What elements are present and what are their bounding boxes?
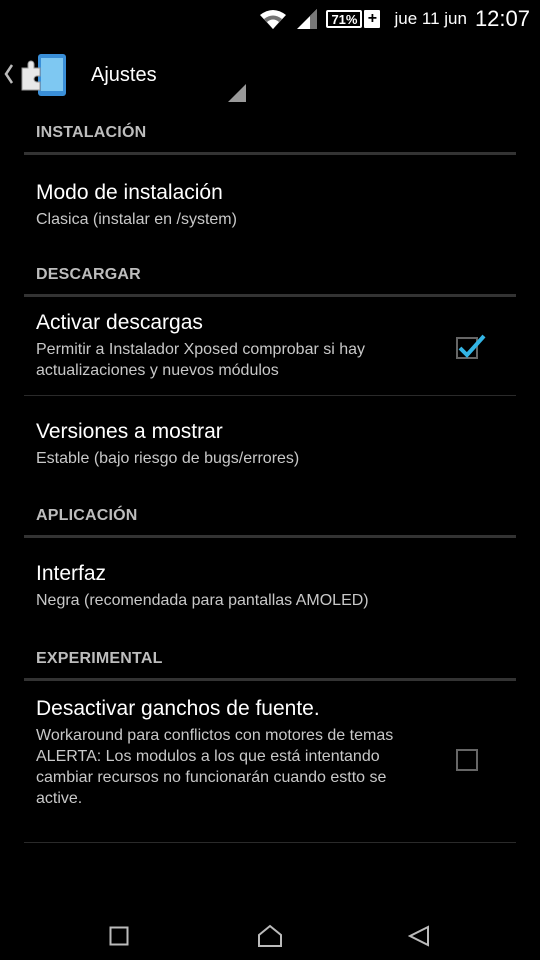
page-title: Ajustes — [91, 64, 157, 86]
pref-title: Versiones a mostrar — [36, 420, 223, 443]
battery-icon: 71% + — [326, 10, 381, 28]
back-icon[interactable] — [408, 925, 430, 947]
spinner-dropdown-icon[interactable] — [228, 84, 246, 102]
pref-title: Activar descargas — [36, 311, 203, 334]
pref-title: Modo de instalación — [36, 181, 223, 204]
category-header-aplicacion: APLICACIÓN — [24, 496, 516, 538]
xposed-puzzle-icon — [21, 54, 66, 96]
pref-summary: Clasica (instalar en /system) — [36, 211, 237, 228]
checkmark-icon — [458, 334, 486, 358]
pref-install-mode[interactable]: Modo de instalación Clasica (instalar en… — [24, 155, 516, 255]
divider — [24, 842, 516, 843]
cell-signal-icon — [296, 8, 318, 30]
pref-versions-to-show[interactable]: Versiones a mostrar Estable (bajo riesgo… — [24, 396, 516, 496]
pref-summary: Negra (recomendada para pantallas AMOLED… — [36, 592, 369, 609]
charging-icon: + — [364, 10, 381, 28]
pref-title: Desactivar ganchos de fuente. — [36, 697, 320, 720]
status-bar: 71% + jue 11 jun 12:07 — [0, 0, 540, 38]
preference-list: INSTALACIÓN Modo de instalación Clasica … — [24, 113, 516, 843]
pref-summary: Workaround para conflictos con motores d… — [36, 727, 394, 807]
enable-downloads-checkbox[interactable] — [456, 334, 486, 359]
status-date: jue 11 jun — [394, 9, 467, 28]
category-header-instalacion: INSTALACIÓN — [24, 113, 516, 155]
wifi-icon — [258, 8, 288, 30]
disable-font-hooks-checkbox[interactable] — [456, 749, 478, 771]
recents-icon[interactable] — [109, 926, 129, 946]
category-header-experimental: EXPERIMENTAL — [24, 639, 516, 681]
pref-enable-downloads[interactable]: Activar descargas Permitir a Instalador … — [24, 297, 516, 395]
pref-summary: Permitir a Instalador Xposed comprobar s… — [36, 341, 366, 379]
category-header-descargar: DESCARGAR — [24, 255, 516, 297]
action-bar: Ajustes — [0, 46, 540, 104]
home-up-button[interactable] — [0, 46, 70, 104]
up-caret-icon — [4, 64, 14, 84]
navigation-bar — [0, 900, 540, 960]
pref-title: Interfaz — [36, 562, 107, 585]
pref-disable-font-hooks[interactable]: Desactivar ganchos de fuente. Workaround… — [24, 681, 516, 842]
home-icon[interactable] — [257, 924, 283, 948]
pref-summary: Estable (bajo riesgo de bugs/errores) — [36, 450, 300, 467]
battery-percent: 71% — [326, 10, 363, 28]
status-time: 12:07 — [474, 6, 530, 31]
pref-interface-theme[interactable]: Interfaz Negra (recomendada para pantall… — [24, 538, 516, 639]
